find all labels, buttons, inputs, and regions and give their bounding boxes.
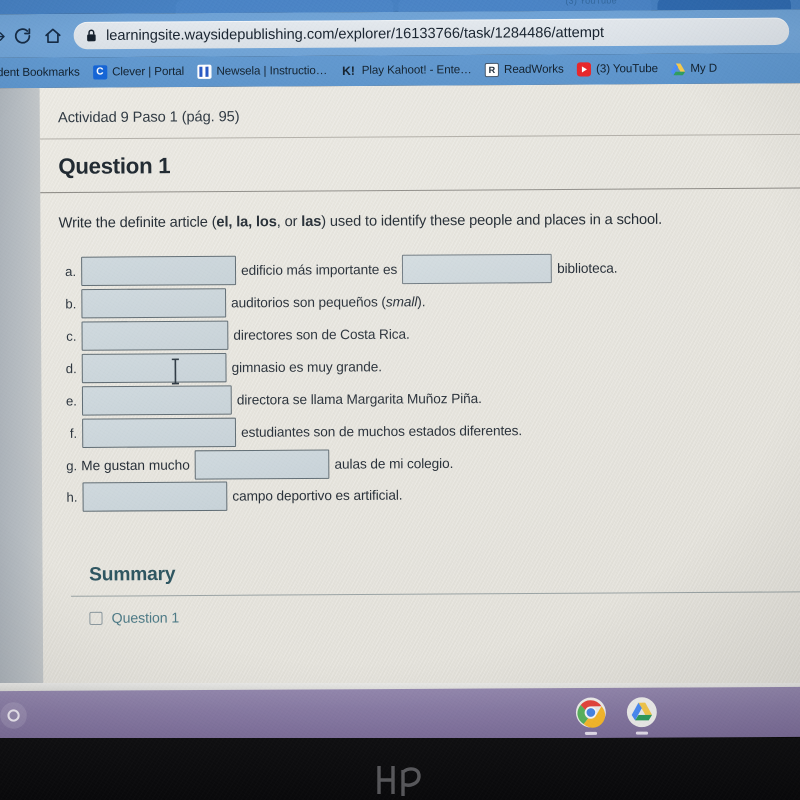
page-gutter [0, 87, 44, 697]
row-letter: f. [69, 425, 78, 441]
bookmark-my-drive[interactable]: My D [668, 60, 720, 79]
row-text: auditorios son pequeños (small). [231, 293, 426, 310]
readworks-icon: R [484, 62, 499, 78]
summary-item-label[interactable]: Question 1 [112, 609, 180, 626]
answer-input-c[interactable] [81, 320, 229, 351]
bookmark-newsela[interactable]: Newsela | Instructio… [194, 62, 330, 81]
bookmark-label: Play Kahoot! - Ente… [361, 64, 472, 77]
launcher-icon[interactable] [0, 702, 27, 729]
google-drive-icon [671, 62, 686, 76]
omnibox-toolbar: learningsite.waysidepublishing.com/explo… [0, 9, 800, 58]
table-row: g. Me gustan mucho aulas de mi colegio. [60, 446, 786, 481]
row-text: campo deportivo es artificial. [232, 486, 403, 504]
bookmark-label: (3) YouTube [596, 62, 658, 76]
table-row: d. gimnasio es muy grande. [59, 349, 785, 384]
chrome-icon[interactable] [574, 696, 607, 729]
bookmark-kahoot[interactable]: K! Play Kahoot! - Ente… [337, 61, 474, 80]
table-row: f. estudiantes son de muchos estados dif… [60, 413, 786, 448]
table-row: b. auditorios son pequeños (small). [59, 284, 785, 319]
row-text: directora se llama Margarita Muñoz Piña. [236, 390, 482, 408]
activity-breadcrumb: Actividad 9 Paso 1 (pág. 95) [57, 108, 240, 127]
newsela-icon [197, 64, 212, 79]
bookmark-readworks[interactable]: R ReadWorks [482, 60, 567, 79]
bookmark-label: My D [690, 62, 718, 75]
screen-photo: (3) YouTube learningsite.waysidepublishi… [0, 0, 800, 800]
summary-section: Summary Question 1 [60, 507, 800, 626]
content-card: Actividad 9 Paso 1 (pág. 95) Question 1 … [39, 83, 800, 697]
bookmark-folder-label: dent Bookmarks [0, 66, 80, 80]
answer-input-d[interactable] [81, 352, 227, 383]
bookmark-clever[interactable]: C Clever | Portal [90, 63, 187, 82]
answer-rows: a. edificio más importante es biblioteca… [59, 227, 786, 512]
row-letter: d. [65, 360, 77, 376]
tab-title: (3) YouTube [565, 0, 617, 6]
launcher-dot [7, 709, 20, 722]
prompt-bold-articles: el, la, los [216, 214, 277, 231]
checkbox-question-1[interactable] [89, 611, 103, 625]
chromeos-shelf [0, 686, 800, 742]
lock-icon [86, 29, 97, 42]
prompt-part: , or [276, 213, 302, 231]
bookmark-label: Newsela | Instructio… [216, 64, 328, 78]
prompt-part: Write the definite article ( [58, 214, 217, 232]
table-row: c. directores son de Costa Rica. [59, 316, 785, 351]
reload-icon[interactable] [7, 21, 38, 52]
youtube-icon [576, 62, 592, 77]
home-icon[interactable] [37, 20, 68, 51]
kahoot-icon: K! [342, 63, 356, 79]
bookmark-label: Clever | Portal [112, 65, 185, 79]
bookmark-youtube[interactable]: (3) YouTube [574, 60, 661, 79]
clever-icon: C [92, 65, 108, 80]
prompt-bold-las: las [301, 213, 322, 231]
row-text: edificio más importante es [241, 261, 398, 278]
answer-input-a2[interactable] [402, 253, 553, 284]
url-text: learningsite.waysidepublishing.com/explo… [106, 24, 605, 44]
bookmarks-bar: dent Bookmarks C Clever | Portal Newsela… [0, 52, 800, 89]
browser-window: (3) YouTube learningsite.waysidepublishi… [0, 0, 800, 697]
row-letter: a. [65, 263, 77, 279]
table-row: a. edificio más importante es biblioteca… [59, 251, 785, 286]
bookmark-label: ReadWorks [503, 63, 564, 77]
drive-running-indicator [635, 731, 649, 735]
bookmark-folder-student[interactable]: dent Bookmarks [0, 64, 83, 81]
hp-logo-icon [371, 760, 429, 800]
answer-input-f[interactable] [82, 417, 237, 448]
chrome-running-indicator [584, 731, 598, 735]
row-letter: e. [65, 392, 77, 409]
row-text: gimnasio es muy grande. [231, 358, 382, 375]
table-row: h. campo deportivo es artificial. [60, 477, 786, 512]
page-title: Question 1 [58, 152, 171, 179]
answer-input-e[interactable] [81, 384, 232, 416]
summary-question-item[interactable]: Question 1 [61, 592, 787, 626]
row-letter: g. [66, 457, 78, 473]
row-pretext: Me gustan mucho [81, 456, 190, 473]
answer-input-g[interactable] [194, 448, 330, 480]
row-letter: c. [66, 328, 77, 344]
row-text: aulas de mi colegio. [334, 455, 454, 472]
row-letter: h. [66, 488, 78, 505]
summary-title: Summary [89, 563, 176, 586]
google-drive-icon[interactable] [625, 696, 658, 729]
row-text: directores son de Costa Rica. [233, 326, 410, 343]
row-text: estudiantes son de muchos estados difere… [241, 422, 523, 440]
table-row: e. directora se llama Margarita Muñoz Pi… [60, 381, 786, 416]
answer-input-h[interactable] [82, 480, 228, 512]
laptop-bezel [0, 738, 800, 800]
answer-input-b[interactable] [81, 287, 227, 318]
question-prompt: Write the definite article (el, la, los,… [58, 189, 784, 232]
answer-input-a[interactable] [81, 255, 237, 286]
address-bar[interactable]: learningsite.waysidepublishing.com/explo… [73, 17, 790, 50]
page-viewport: Actividad 9 Paso 1 (pág. 95) Question 1 … [0, 83, 800, 697]
row-tail: biblioteca. [557, 260, 618, 276]
row-letter: b. [65, 295, 77, 311]
